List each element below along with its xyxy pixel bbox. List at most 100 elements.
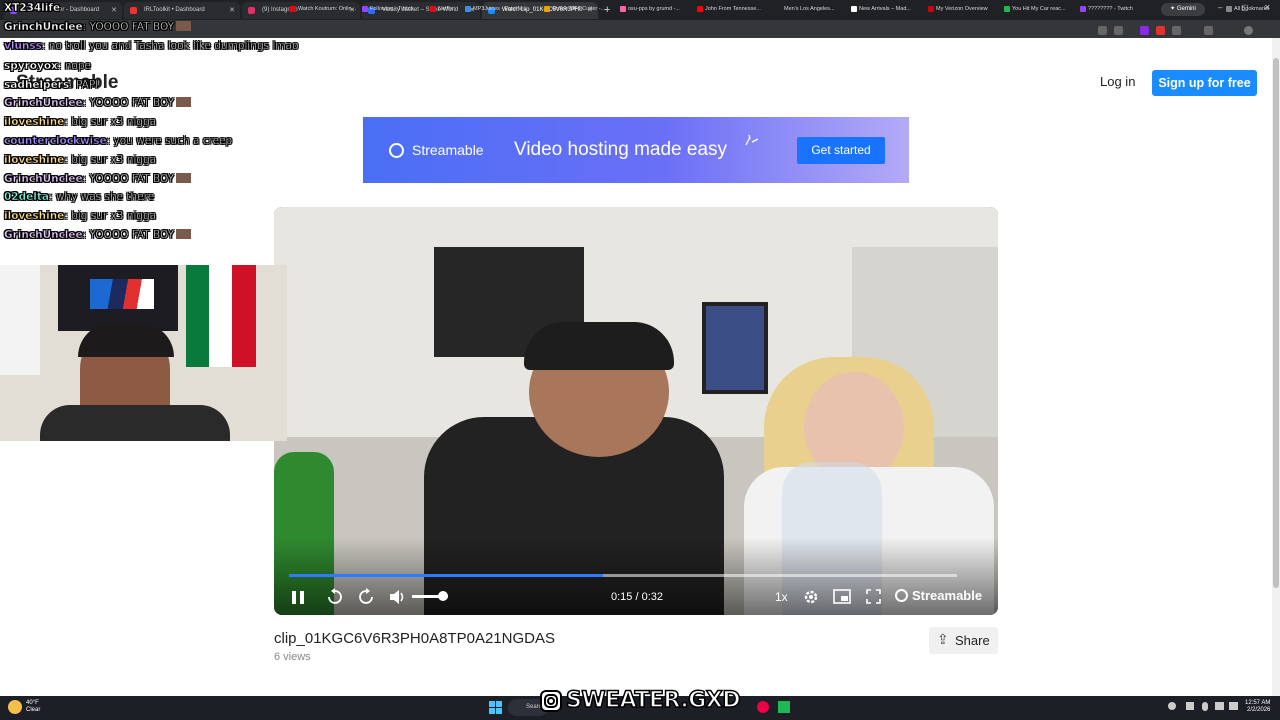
volume-slider-knob[interactable] xyxy=(438,591,448,601)
clip-title: clip_01KGC6V6R3PH0A8TP0A21NGDAS xyxy=(274,630,555,647)
all-bookmarks[interactable]: All Bookmarks xyxy=(1226,4,1269,14)
fullscreen-icon[interactable] xyxy=(866,589,881,604)
verizon-icon xyxy=(928,6,934,12)
bookmark-item[interactable]: My Verizon Overview xyxy=(928,4,988,14)
chat-message: GrinchUnclee: YOOOO FAT BOY xyxy=(4,21,192,33)
taskbar-app-icon[interactable] xyxy=(778,701,790,713)
irltoolkit-icon xyxy=(130,7,137,14)
wifi-icon[interactable] xyxy=(1215,702,1224,710)
bookmark-icon xyxy=(544,6,550,12)
tab-irltoolkit[interactable]: IRLToolkit • Dashboard ✕ xyxy=(124,2,240,19)
profile-avatar[interactable] xyxy=(1244,26,1253,35)
playback-speed-button[interactable]: 1x xyxy=(775,590,788,604)
chat-emote-icon xyxy=(176,173,192,183)
volume-icon[interactable] xyxy=(388,588,406,606)
bookmark-icon xyxy=(1004,6,1010,12)
chat-text: YOOOO FAT BOY xyxy=(89,173,175,185)
chat-text: why was she there xyxy=(55,191,155,203)
chat-message: sadhelpers: PAPI xyxy=(4,79,99,91)
chat-text: you were such a creep xyxy=(113,135,233,147)
scrollbar-thumb[interactable] xyxy=(1273,58,1279,588)
streamable-watermark[interactable]: Streamable xyxy=(912,588,982,603)
chat-username: iloveshine xyxy=(4,116,65,128)
time-display: 0:15 / 0:32 xyxy=(611,591,663,603)
bookmark-item[interactable]: New Arrivals – Mad... xyxy=(851,4,911,14)
rewind-10-icon[interactable] xyxy=(326,588,344,606)
streamable-ring-icon xyxy=(389,143,404,158)
get-started-button[interactable]: Get started xyxy=(797,137,885,164)
sparkle-icon xyxy=(745,134,759,146)
chat-separator: : xyxy=(106,135,114,147)
video-player[interactable] xyxy=(274,207,998,615)
close-tab-icon[interactable]: ✕ xyxy=(111,2,117,19)
bookmarks-bar xyxy=(0,20,1280,38)
bookmark-item[interactable]: MP3Juices - Free M... xyxy=(465,4,527,14)
bookmark-item[interactable]: osu-pps by grumd -... xyxy=(620,4,680,14)
bookmark-item[interactable]: Watch Koutrum: Onlin... xyxy=(290,4,356,14)
youtube-icon xyxy=(697,6,703,12)
bookmark-icon xyxy=(776,6,782,12)
bookmark-icon xyxy=(851,6,857,12)
bookmark-icon xyxy=(465,6,471,12)
chat-username: counterclockwise xyxy=(4,135,107,147)
settings-gear-icon[interactable] xyxy=(802,588,820,606)
video-cap xyxy=(524,322,674,370)
bookmark-item[interactable]: Online MP3 Cutter -... xyxy=(544,4,605,14)
tray-icon[interactable] xyxy=(1168,702,1176,710)
weather-widget[interactable]: 40°F Clear xyxy=(26,700,40,714)
system-clock[interactable]: 12:57 AM 2/2/2026 xyxy=(1245,700,1270,714)
bookmark-icon xyxy=(290,6,296,12)
tray-icon[interactable] xyxy=(1186,702,1194,710)
weather-icon[interactable] xyxy=(8,700,22,714)
cam-shirt xyxy=(40,405,230,441)
chat-separator: : xyxy=(82,173,90,185)
chat-separator: : xyxy=(57,60,65,72)
folder-icon xyxy=(1226,6,1232,12)
login-link[interactable]: Log in xyxy=(1100,74,1135,89)
extension-icon[interactable] xyxy=(1156,26,1165,35)
chat-separator: : xyxy=(82,21,90,33)
close-tab-icon[interactable]: ✕ xyxy=(229,2,235,19)
bookmark-item[interactable]: Following - Twitch xyxy=(362,4,414,14)
chat-username: iloveshine xyxy=(4,154,65,166)
volume-tray-icon[interactable] xyxy=(1229,702,1238,710)
chat-text: YOOOO FAT BOY xyxy=(89,229,175,241)
netflix-icon xyxy=(430,6,436,12)
video-painting xyxy=(702,302,768,394)
banner-title: Video hosting made easy xyxy=(514,139,728,160)
chat-message: GrinchUnclee: YOOOO FAT BOY xyxy=(4,229,192,241)
chat-separator: : xyxy=(41,40,49,52)
chat-separator: : xyxy=(82,229,90,241)
chat-username: GrinchUnclee xyxy=(4,21,83,33)
extension-icon[interactable] xyxy=(1172,26,1181,35)
gemini-button[interactable]: ✦ Gemini xyxy=(1161,3,1205,16)
chat-text: YOOOO FAT BOY xyxy=(89,21,175,33)
extension-icon[interactable] xyxy=(1140,26,1149,35)
signup-button[interactable]: Sign up for free xyxy=(1152,70,1257,96)
chat-emote-icon xyxy=(176,229,192,239)
cam-mexico-flag xyxy=(186,265,256,367)
pause-icon[interactable] xyxy=(291,590,305,605)
chat-separator: : xyxy=(82,97,90,109)
forward-10-icon[interactable] xyxy=(357,588,375,606)
minimize-button[interactable]: – xyxy=(1218,3,1222,12)
taskbar-app-icon[interactable] xyxy=(757,701,769,713)
bookmark-item[interactable]: John From Tennesse... xyxy=(697,4,761,14)
zoom-icon[interactable] xyxy=(1098,26,1107,35)
chat-username: GrinchUnclee xyxy=(4,229,83,241)
downloads-icon[interactable] xyxy=(1204,26,1213,35)
star-icon[interactable] xyxy=(1114,26,1123,35)
chat-message: GrinchUnclee: YOOOO FAT BOY xyxy=(4,97,192,109)
bookmark-icon xyxy=(620,6,626,12)
microphone-icon[interactable] xyxy=(1202,702,1208,711)
chat-text: big sur x3 nigga xyxy=(71,210,157,222)
windows-start-icon[interactable] xyxy=(489,701,502,714)
bookmark-item[interactable]: Netflix xyxy=(430,4,453,14)
bookmark-item[interactable]: You Hit My Car reac... xyxy=(1004,4,1066,14)
chat-text: YOOOO FAT BOY xyxy=(89,97,175,109)
chat-message: iloveshine: big sur x3 nigga xyxy=(4,210,157,222)
picture-in-picture-icon[interactable] xyxy=(833,589,851,604)
bookmark-item[interactable]: Men's Los Angeles... xyxy=(776,4,835,14)
bookmark-item[interactable]: ???????? - Twitch xyxy=(1080,4,1133,14)
chat-message: counterclockwise: you were such a creep xyxy=(4,135,233,147)
